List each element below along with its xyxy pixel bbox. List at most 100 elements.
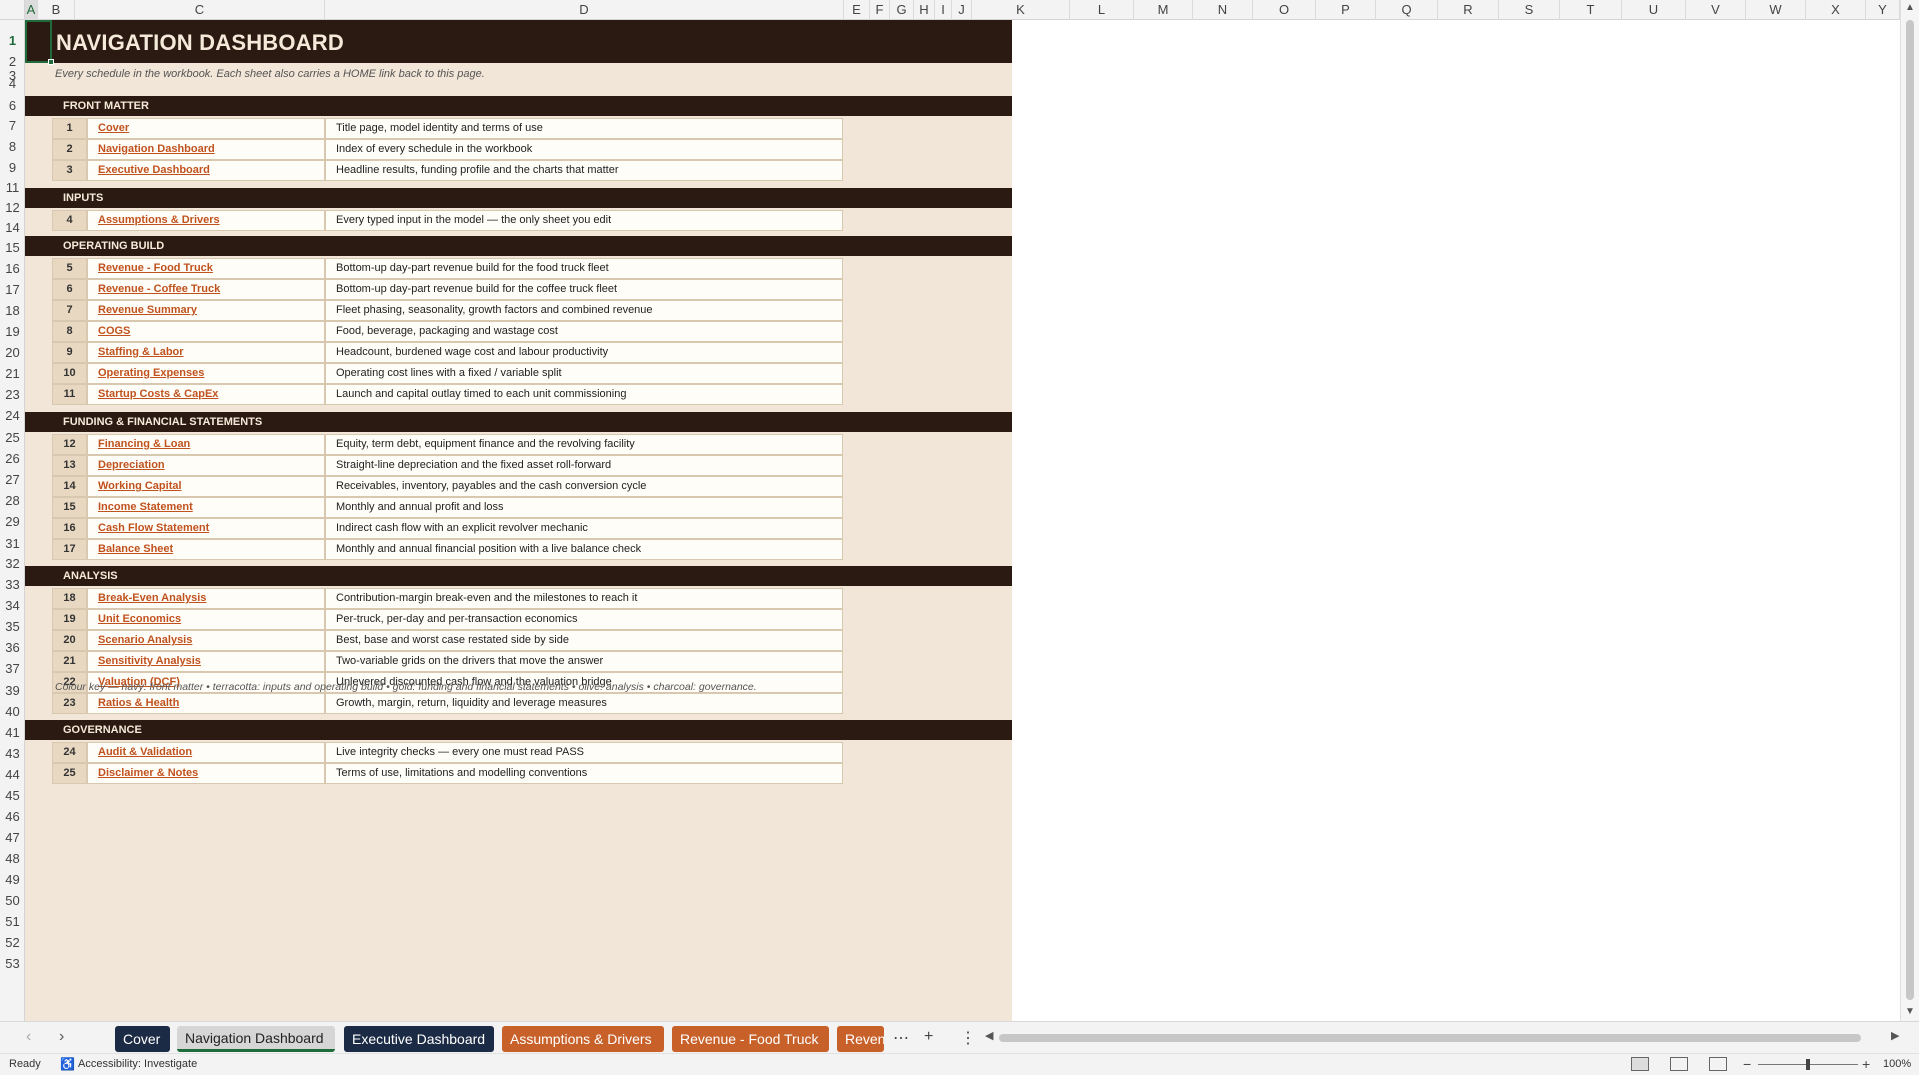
column-header-cell[interactable]: D bbox=[325, 0, 844, 20]
column-header-cell[interactable]: B bbox=[38, 0, 75, 20]
row-header-cell[interactable]: 51 bbox=[0, 914, 24, 929]
row-header-cell[interactable]: 28 bbox=[0, 493, 24, 508]
column-header-cell[interactable]: V bbox=[1686, 0, 1746, 20]
schedule-link[interactable]: Executive Dashboard bbox=[87, 160, 325, 181]
column-header-cell[interactable]: M bbox=[1134, 0, 1193, 20]
schedule-link[interactable]: Depreciation bbox=[87, 455, 325, 476]
schedule-link[interactable]: Financing & Loan bbox=[87, 434, 325, 455]
select-all-corner[interactable] bbox=[0, 0, 25, 20]
row-header-cell[interactable]: 32 bbox=[0, 556, 24, 571]
schedule-link[interactable]: Working Capital bbox=[87, 476, 325, 497]
row-header-cell[interactable]: 26 bbox=[0, 451, 24, 466]
row-header-cell[interactable]: 24 bbox=[0, 408, 24, 423]
schedule-link[interactable]: Audit & Validation bbox=[87, 742, 325, 763]
column-header-cell[interactable]: G bbox=[890, 0, 914, 20]
zoom-level[interactable]: 100% bbox=[1883, 1058, 1911, 1070]
column-header-cell[interactable]: X bbox=[1806, 0, 1866, 20]
column-header-cell[interactable]: J bbox=[952, 0, 972, 20]
row-header-cell[interactable]: 27 bbox=[0, 472, 24, 487]
row-header-cell[interactable]: 6 bbox=[0, 98, 24, 113]
row-header-cell[interactable]: 12 bbox=[0, 200, 24, 215]
row-header-cell[interactable]: 29 bbox=[0, 514, 24, 529]
sheet-tab[interactable]: Reven bbox=[837, 1026, 884, 1052]
row-header-cell[interactable]: 2 bbox=[0, 54, 24, 69]
row-header-cell[interactable]: 40 bbox=[0, 704, 24, 719]
vertical-scrollbar[interactable]: ▲ ▼ bbox=[1900, 0, 1919, 1021]
column-header-cell[interactable]: W bbox=[1746, 0, 1806, 20]
sheet-tab[interactable]: Cover bbox=[115, 1026, 170, 1052]
schedule-link[interactable]: Revenue Summary bbox=[87, 300, 325, 321]
schedule-link[interactable]: Scenario Analysis bbox=[87, 630, 325, 651]
row-header-cell[interactable]: 43 bbox=[0, 746, 24, 761]
column-header-cell[interactable]: I bbox=[935, 0, 952, 20]
horizontal-scrollbar[interactable]: ◀ ▶ bbox=[985, 1029, 1899, 1044]
vertical-scroll-thumb[interactable] bbox=[1906, 20, 1914, 1000]
schedule-link[interactable]: Revenue - Food Truck bbox=[87, 258, 325, 279]
column-header-cell[interactable]: F bbox=[870, 0, 890, 20]
row-header-cell[interactable]: 41 bbox=[0, 725, 24, 740]
add-sheet-icon[interactable]: + bbox=[924, 1028, 933, 1046]
row-header-cell[interactable]: 37 bbox=[0, 661, 24, 676]
zoom-in-icon[interactable]: + bbox=[1862, 1056, 1870, 1072]
schedule-link[interactable]: Income Statement bbox=[87, 497, 325, 518]
accessibility-icon[interactable]: ♿ bbox=[60, 1057, 75, 1071]
sheet-tab[interactable]: Executive Dashboard bbox=[344, 1026, 494, 1052]
row-header-cell[interactable]: 23 bbox=[0, 387, 24, 402]
column-header-cell[interactable]: Y bbox=[1866, 0, 1900, 20]
sheet-tab[interactable]: Navigation Dashboard bbox=[177, 1026, 335, 1052]
row-header-cell[interactable]: 36 bbox=[0, 640, 24, 655]
scroll-down-icon[interactable]: ▼ bbox=[1905, 1006, 1915, 1017]
more-tabs-icon[interactable]: ⋯ bbox=[893, 1028, 909, 1048]
column-header-cell[interactable]: U bbox=[1622, 0, 1686, 20]
row-header-cell[interactable]: 25 bbox=[0, 430, 24, 445]
zoom-slider-thumb[interactable] bbox=[1806, 1059, 1810, 1070]
row-header-cell[interactable]: 45 bbox=[0, 788, 24, 803]
row-header-cell[interactable]: 18 bbox=[0, 303, 24, 318]
row-header-cell[interactable]: 33 bbox=[0, 577, 24, 592]
schedule-link[interactable]: Ratios & Health bbox=[87, 693, 325, 714]
scroll-left-icon[interactable]: ◀ bbox=[985, 1029, 993, 1042]
row-header-cell[interactable]: 9 bbox=[0, 160, 24, 175]
active-cell-a1[interactable] bbox=[25, 20, 52, 63]
row-header-cell[interactable]: 17 bbox=[0, 282, 24, 297]
row-header-cell[interactable]: 7 bbox=[0, 118, 24, 133]
row-header-cell[interactable]: 39 bbox=[0, 683, 24, 698]
horizontal-scroll-thumb[interactable] bbox=[999, 1034, 1861, 1042]
page-break-view-button[interactable] bbox=[1709, 1057, 1727, 1071]
page-layout-view-button[interactable] bbox=[1670, 1057, 1688, 1071]
schedule-link[interactable]: Navigation Dashboard bbox=[87, 139, 325, 160]
schedule-link[interactable]: Revenue - Coffee Truck bbox=[87, 279, 325, 300]
accessibility-status[interactable]: Accessibility: Investigate bbox=[78, 1058, 197, 1070]
row-header-cell[interactable]: 53 bbox=[0, 956, 24, 971]
schedule-link[interactable]: Staffing & Labor bbox=[87, 342, 325, 363]
schedule-link[interactable]: Cover bbox=[87, 118, 325, 139]
sheet-grid[interactable]: NAVIGATION DASHBOARD Every schedule in t… bbox=[25, 20, 1900, 1021]
column-header-cell[interactable]: L bbox=[1070, 0, 1134, 20]
row-header-cell[interactable]: 11 bbox=[0, 180, 24, 195]
row-header-cell[interactable]: 35 bbox=[0, 619, 24, 634]
row-header-cell[interactable]: 20 bbox=[0, 345, 24, 360]
schedule-link[interactable]: Startup Costs & CapEx bbox=[87, 384, 325, 405]
schedule-link[interactable]: Assumptions & Drivers bbox=[87, 210, 325, 231]
zoom-out-icon[interactable]: − bbox=[1743, 1056, 1751, 1072]
row-header-cell[interactable]: 21 bbox=[0, 366, 24, 381]
row-header-cell[interactable]: 49 bbox=[0, 872, 24, 887]
column-header-cell[interactable]: R bbox=[1438, 0, 1499, 20]
row-header-cell[interactable]: 19 bbox=[0, 324, 24, 339]
column-header-cell[interactable]: H bbox=[914, 0, 935, 20]
schedule-link[interactable]: Break-Even Analysis bbox=[87, 588, 325, 609]
row-header-cell[interactable]: 1 bbox=[0, 33, 24, 48]
row-header-cell[interactable]: 52 bbox=[0, 935, 24, 950]
row-header-cell[interactable]: 46 bbox=[0, 809, 24, 824]
schedule-link[interactable]: Disclaimer & Notes bbox=[87, 763, 325, 784]
scroll-up-icon[interactable]: ▲ bbox=[1905, 2, 1915, 13]
column-header-cell[interactable]: O bbox=[1253, 0, 1316, 20]
row-header-cell[interactable]: 50 bbox=[0, 893, 24, 908]
column-header-cell[interactable]: P bbox=[1316, 0, 1376, 20]
column-header-cell[interactable]: C bbox=[75, 0, 325, 20]
normal-view-button[interactable] bbox=[1631, 1057, 1649, 1071]
column-header-cell[interactable]: N bbox=[1193, 0, 1253, 20]
tab-scroll-left-icon[interactable]: ‹ bbox=[26, 1028, 31, 1046]
sheet-tab[interactable]: Revenue - Food Truck bbox=[672, 1026, 829, 1052]
row-header-cell[interactable]: 16 bbox=[0, 261, 24, 276]
